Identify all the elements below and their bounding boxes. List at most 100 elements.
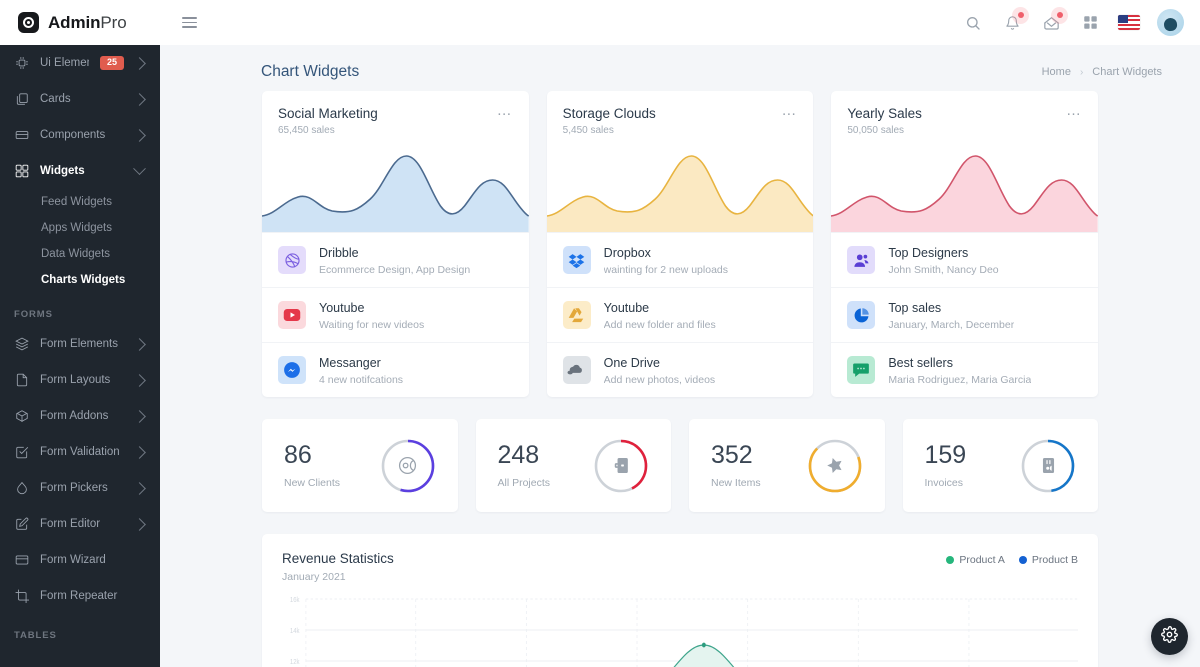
envelope-icon[interactable]: [1040, 6, 1068, 34]
sidebar-label: Widgets: [40, 165, 85, 177]
revenue-title: Revenue Statistics: [282, 551, 394, 566]
sidebar-sublabel: Data Widgets: [41, 248, 111, 260]
sidebar-item-cards[interactable]: Cards: [0, 81, 160, 117]
sidebar-item-apps-widgets[interactable]: Apps Widgets: [0, 215, 160, 241]
list-item-title: Youtube: [603, 301, 650, 315]
topbar-actions: [962, 0, 1200, 45]
breadcrumb-home-link[interactable]: Home: [1042, 66, 1071, 78]
chip-icon: [14, 56, 29, 71]
progress-donut: [1020, 438, 1076, 494]
sidebar-label: Form Pickers: [40, 482, 108, 494]
sidebar-item-feed-widgets[interactable]: Feed Widgets: [0, 189, 160, 215]
progress-donut: [593, 438, 649, 494]
card-subtitle: 50,050 sales: [847, 125, 905, 136]
sidebar-item-form-elements[interactable]: Form Elements: [0, 326, 160, 362]
list-item-subtitle: January, March, December: [888, 319, 1015, 331]
edit-icon: [14, 517, 29, 532]
search-icon[interactable]: [962, 12, 984, 34]
list-item-subtitle: Ecommerce Design, App Design: [319, 264, 471, 276]
stat-label: All Projects: [497, 476, 551, 489]
youtube-icon: [278, 301, 306, 329]
chart-axis-labels: 16k 14k 12k 10k: [290, 596, 300, 666]
settings-fab-button[interactable]: [1151, 618, 1188, 655]
sidebar-label: Cards: [40, 93, 71, 105]
brand-title: AdminPro: [48, 13, 127, 33]
list-item[interactable]: Top Designers John Smith, Nancy Deo: [831, 232, 1099, 287]
drive-icon: [562, 301, 591, 329]
list-item-subtitle: 4 new notifcations: [319, 374, 404, 386]
card-menu-button[interactable]: …: [781, 103, 797, 118]
sidebar-label: Form Addons: [40, 410, 109, 422]
sidebar-toggle-button[interactable]: [182, 14, 200, 32]
list-item-title: One Drive: [603, 356, 660, 370]
card-menu-button[interactable]: …: [497, 103, 513, 118]
stat-card-new-clients: 86 New Clients: [262, 419, 458, 512]
sidebar-item-form-addons[interactable]: Form Addons: [0, 398, 160, 434]
list-item[interactable]: Youtube Add new folder and files: [546, 287, 814, 342]
sidebar-sublabel: Apps Widgets: [41, 222, 112, 234]
revenue-header: Revenue Statistics January 2021 Product …: [282, 551, 1078, 583]
us-flag-icon[interactable]: [1118, 15, 1140, 30]
stat-label: Invoices: [924, 476, 964, 489]
list-item-subtitle: Maria Rodriguez, Maria Garcia: [888, 374, 1032, 386]
card-menu-button[interactable]: …: [1066, 103, 1082, 118]
list-item[interactable]: Best sellers Maria Rodriguez, Maria Garc…: [831, 342, 1099, 397]
cards-icon: [14, 92, 29, 107]
stat-label: New Items: [711, 476, 761, 489]
legend-item-product-b[interactable]: Product B: [1018, 554, 1078, 566]
list-item-subtitle: Waiting for new videos: [319, 319, 425, 331]
star-icon: [807, 438, 863, 494]
sidebar-item-form-layouts[interactable]: Form Layouts: [0, 362, 160, 398]
widgets-icon: [14, 164, 29, 179]
sidebar-section-tables: TABLES: [14, 630, 57, 641]
page-header: Chart Widgets Home › Chart Widgets: [160, 45, 1200, 91]
stat-card-new-items: 352 New Items: [689, 419, 885, 512]
bell-icon[interactable]: [1001, 6, 1029, 34]
droplet-icon: [14, 481, 29, 496]
sidebar-label: Form Layouts: [40, 374, 111, 386]
sidebar-label: Form Validation: [40, 446, 120, 458]
legend-item-product-a[interactable]: Product A: [946, 554, 1005, 566]
sidebar-item-ui-elements[interactable]: Ui Elements 25: [0, 45, 160, 81]
stat-value: 86: [284, 440, 312, 469]
sidebar-section-forms: FORMS: [14, 309, 53, 320]
briefcase-icon: [593, 438, 649, 494]
legend-label: Product A: [959, 554, 1005, 566]
message-notification-badge: [1051, 6, 1068, 24]
sidebar-item-components[interactable]: Components: [0, 117, 160, 153]
sidebar-item-form-editor[interactable]: Form Editor: [0, 506, 160, 542]
chevron-right-icon: [133, 409, 146, 423]
revenue-subtitle: January 2021: [282, 571, 346, 583]
list-item[interactable]: Messanger 4 new notifcations: [262, 342, 529, 397]
chevron-right-icon: [133, 481, 146, 495]
grid-apps-icon[interactable]: [1079, 12, 1101, 34]
sparkline-chart-social: [262, 144, 529, 232]
list-item-title: Youtube: [319, 301, 365, 315]
stat-card-all-projects: 248 All Projects: [475, 419, 671, 512]
sidebar-item-charts-widgets[interactable]: Charts Widgets: [0, 267, 160, 293]
file-icon: [14, 373, 29, 388]
sidebar-item-widgets[interactable]: Widgets: [0, 153, 160, 189]
stat-value: 159: [924, 440, 967, 469]
list-item-title: Top Designers: [888, 246, 969, 260]
sidebar-badge-count: 25: [99, 56, 124, 70]
top-navbar: AdminPro: [0, 0, 1200, 45]
chevron-down-icon: [133, 161, 146, 175]
avatar[interactable]: [1157, 9, 1184, 36]
sidebar-item-form-validation[interactable]: Form Validation: [0, 434, 160, 470]
list-item[interactable]: One Drive Add new photos, videos: [546, 342, 814, 397]
stat-value: 352: [711, 440, 753, 469]
sidebar-item-form-pickers[interactable]: Form Pickers: [0, 470, 160, 506]
list-item[interactable]: Youtube Waiting for new videos: [262, 287, 529, 342]
sidebar-label: Form Repeater: [40, 590, 118, 602]
brand-logo-area[interactable]: AdminPro: [0, 0, 160, 45]
list-item[interactable]: Top sales January, March, December: [831, 287, 1099, 342]
list-item[interactable]: Dribble Ecommerce Design, App Design: [262, 232, 529, 287]
bell-notification-badge: [1012, 6, 1029, 24]
sidebar-item-data-widgets[interactable]: Data Widgets: [0, 241, 160, 267]
sidebar-item-form-repeater[interactable]: Form Repeater: [0, 578, 160, 614]
sidebar-item-form-wizard[interactable]: Form Wizard: [0, 542, 160, 578]
list-item[interactable]: Dropbox wainting for 2 new uploads: [546, 232, 814, 287]
chevron-right-icon: [133, 128, 146, 142]
list-item-title: Dropbox: [603, 246, 651, 260]
